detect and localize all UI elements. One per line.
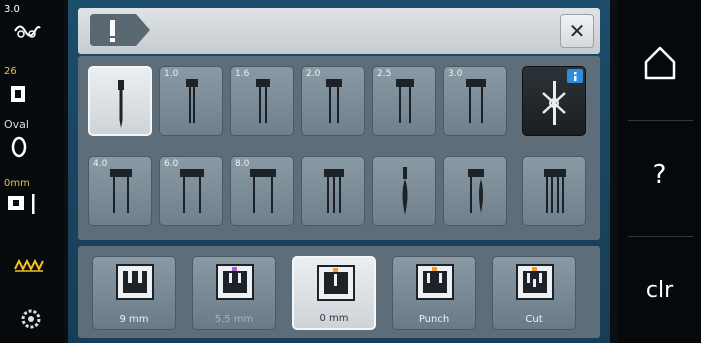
needle-selection-panel: ✕ 1.0 1.6 2.0 2.5 3.0 4.0 6.0 8.0 9 mm 5… <box>68 0 610 343</box>
needle-option-double-wing[interactable] <box>443 156 507 226</box>
twin-needle-icon <box>186 79 198 123</box>
thread-tension-status[interactable]: 3.0 <box>4 4 60 46</box>
needle-threader-option[interactable] <box>522 66 586 136</box>
settings-status[interactable] <box>4 302 60 336</box>
plate-label: 5,5 mm <box>214 314 254 325</box>
thread-tension-icon <box>14 25 41 38</box>
needle-plate-icon <box>317 265 355 301</box>
stitch-count-value: 26 <box>4 66 17 77</box>
needle-plate-icon <box>8 194 35 214</box>
needle-grid: 1.0 1.6 2.0 2.5 3.0 4.0 6.0 8.0 <box>78 56 600 240</box>
plate-option-cut[interactable]: Cut <box>492 256 576 330</box>
thread-tension-value: 3.0 <box>4 4 20 15</box>
needle-option-twin-8-0[interactable]: 8.0 <box>230 156 294 226</box>
needle-plate-icon <box>416 264 454 300</box>
help-label: ? <box>652 160 667 190</box>
hoop-status[interactable]: Oval <box>4 118 60 162</box>
needle-offset-value: 0mm <box>4 178 30 189</box>
twin-needle-icon <box>466 79 486 123</box>
stitch-pattern-status[interactable] <box>4 252 60 282</box>
hoop-label: Oval <box>4 118 29 131</box>
needle-plate-icon <box>216 264 254 300</box>
universal-needle-icon <box>118 80 124 128</box>
presser-foot-icon <box>11 86 25 102</box>
help-button[interactable]: ? <box>618 122 701 234</box>
plate-option-punch[interactable]: Punch <box>392 256 476 330</box>
twin-needle-icon <box>326 79 342 123</box>
needle-option-twin-6-0[interactable]: 6.0 <box>159 156 223 226</box>
twin-needle-icon <box>250 169 276 213</box>
needle-option-wing[interactable] <box>372 156 436 226</box>
title-bar: ✕ <box>78 8 600 54</box>
twin-needle-icon <box>396 79 414 123</box>
plate-label: Cut <box>525 314 543 325</box>
plate-label: 0 mm <box>319 313 349 324</box>
zigzag-stitch-icon <box>14 258 44 272</box>
twin-needle-icon <box>180 169 204 213</box>
clear-label: clr <box>645 278 674 303</box>
needle-option-quadruple[interactable] <box>522 156 586 226</box>
bobbin-icon <box>21 309 41 329</box>
needle-option-twin-2-0[interactable]: 2.0 <box>301 66 365 136</box>
divider <box>628 236 693 237</box>
triple-needle-icon <box>324 169 344 213</box>
divider <box>628 120 693 121</box>
plate-option-5-5mm[interactable]: 5,5 mm <box>192 256 276 330</box>
home-icon <box>644 46 676 80</box>
hoop-icon <box>11 136 27 158</box>
needle-plate-icon <box>516 264 554 300</box>
plate-label: 9 mm <box>119 314 149 325</box>
status-sidebar: 3.0 26 Oval 0mm <box>0 0 64 343</box>
clear-button[interactable]: clr <box>618 238 701 343</box>
wing-needle-icon <box>402 167 408 215</box>
home-button[interactable] <box>618 0 701 112</box>
needle-option-twin-2-5[interactable]: 2.5 <box>372 66 436 136</box>
system-sidebar: ? clr <box>618 0 701 343</box>
close-button[interactable]: ✕ <box>560 14 594 48</box>
plate-option-9mm[interactable]: 9 mm <box>92 256 176 330</box>
needle-option-twin-3-0[interactable]: 3.0 <box>443 66 507 136</box>
plate-option-0mm[interactable]: 0 mm <box>292 256 376 330</box>
needle-plate-row: 9 mm 5,5 mm 0 mm Punch Cut <box>78 246 600 338</box>
info-tag-icon <box>90 14 150 46</box>
needle-option-twin-4-0[interactable]: 4.0 <box>88 156 152 226</box>
twin-needle-icon <box>110 169 132 213</box>
needle-option-twin-1-0[interactable]: 1.0 <box>159 66 223 136</box>
needle-threader-icon <box>542 69 583 125</box>
needle-plate-icon <box>116 264 154 300</box>
stitch-counter-status[interactable]: 26 <box>4 66 60 108</box>
needle-option-universal[interactable] <box>88 66 152 136</box>
plate-label: Punch <box>418 314 450 325</box>
double-wing-needle-icon <box>468 169 484 213</box>
screen: 3.0 26 Oval 0mm ✕ 1.0 1.6 2.0 2.5 3.0 4.… <box>0 0 701 343</box>
twin-needle-icon <box>256 79 270 123</box>
needle-option-triple[interactable] <box>301 156 365 226</box>
needle-position-status[interactable]: 0mm <box>4 178 60 222</box>
needle-option-twin-1-6[interactable]: 1.6 <box>230 66 294 136</box>
quadruple-needle-icon <box>544 169 566 213</box>
